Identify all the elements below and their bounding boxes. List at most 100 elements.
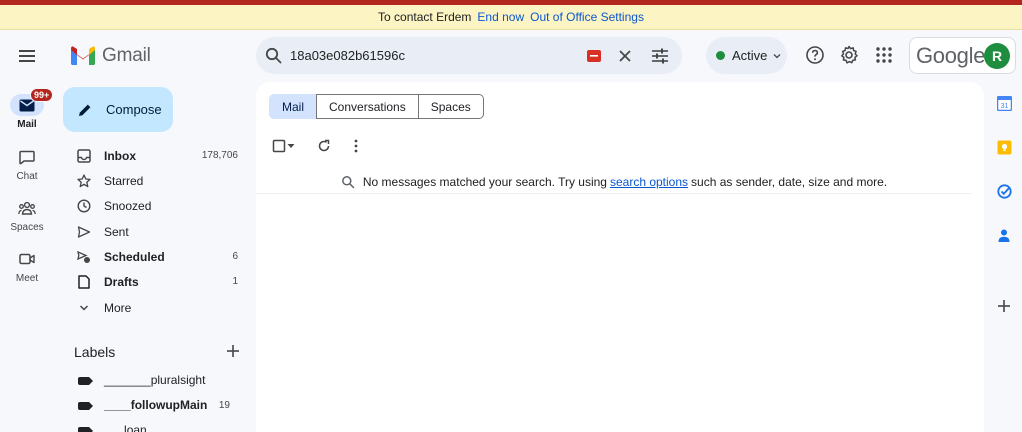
refresh-icon[interactable] [314, 136, 334, 156]
search-input[interactable] [290, 43, 570, 68]
account-switcher[interactable]: Google R [909, 37, 1016, 74]
send-icon [76, 224, 92, 240]
search-bar [256, 37, 682, 74]
sidebar-item-label: More [104, 301, 132, 315]
svg-text:31: 31 [1000, 103, 1008, 110]
ooo-settings-link[interactable]: Out of Office Settings [530, 10, 644, 24]
gmail-m-icon [71, 46, 95, 65]
get-addons-plus-icon[interactable] [996, 298, 1012, 314]
side-panel-rail: 31 [984, 82, 1022, 432]
main-menu-button[interactable] [14, 43, 40, 69]
search-options-link[interactable]: search options [610, 175, 688, 189]
sidebar-item-label: Snoozed [104, 199, 152, 213]
inbox-icon [76, 148, 92, 164]
banner-text: To contact Erdem [378, 10, 472, 24]
contacts-icon[interactable] [996, 227, 1012, 243]
label-count: 19 [218, 400, 230, 411]
list-toolbar [269, 134, 389, 158]
app-rail: 99+ Mail Chat Spaces Meet [0, 82, 54, 432]
avatar[interactable]: R [984, 43, 1010, 69]
rail-label-meet: Meet [15, 273, 39, 284]
star-icon [76, 173, 92, 189]
spaces-people-icon [10, 197, 44, 219]
sidebar-item-label: Sent [104, 225, 129, 239]
drafts-count: 1 [232, 276, 238, 287]
video-camera-icon [10, 248, 44, 270]
label-name: ____followupMain [104, 398, 208, 412]
search-icon[interactable] [264, 46, 284, 66]
search-scope-tabs: Mail Conversations Spaces [269, 94, 484, 119]
empty-text-after: such as sender, date, size and more. [691, 174, 888, 189]
sidebar-item-scheduled[interactable]: Scheduled 6 [54, 244, 248, 269]
top-header: Gmail Active Google R [0, 30, 1022, 82]
compose-label: Compose [106, 102, 162, 117]
rail-label-mail: Mail [17, 119, 37, 130]
mail-icon: 99+ [10, 88, 54, 116]
more-options-icon[interactable] [346, 136, 366, 156]
label-name: ___loan [104, 423, 147, 432]
end-now-link[interactable]: End now [477, 10, 524, 24]
chevron-down-icon [76, 300, 92, 316]
label-tag-icon [78, 377, 93, 385]
sidebar-item-sent[interactable]: Sent [54, 219, 248, 244]
gmail-wordmark: Gmail [102, 45, 151, 66]
sidebar-item-inbox[interactable]: Inbox 178,706 [54, 143, 248, 168]
status-label: Active [732, 48, 768, 63]
pencil-icon [79, 104, 91, 116]
label-item[interactable]: ____followupMain 19 [54, 393, 248, 418]
main-content: Mail Conversations Spaces No messages ma… [256, 82, 984, 432]
search-options-icon[interactable] [649, 45, 671, 67]
calendar-icon[interactable]: 31 [996, 95, 1012, 111]
search-chip-icon[interactable] [583, 45, 605, 67]
label-name: _______pluralsight [104, 373, 206, 387]
status-selector[interactable]: Active [706, 37, 787, 74]
rail-label-spaces: Spaces [10, 222, 44, 233]
sidebar-item-snoozed[interactable]: Snoozed [54, 193, 248, 218]
settings-gear-icon[interactable] [837, 43, 861, 67]
tab-mail[interactable]: Mail [269, 94, 318, 119]
chevron-down-icon [773, 53, 781, 58]
select-dropdown-icon[interactable] [284, 136, 298, 156]
label-tag-icon [78, 427, 93, 432]
rail-item-chat[interactable]: Chat [0, 146, 54, 190]
sidebar-item-label: Drafts [104, 275, 139, 289]
empty-text-before: No messages matched your search. Try usi… [362, 174, 607, 189]
chat-icon [10, 146, 44, 168]
draft-icon [76, 274, 92, 290]
unread-badge: 99+ [30, 88, 54, 102]
tab-conversations[interactable]: Conversations [316, 94, 419, 119]
sidebar-item-label: Starred [104, 174, 144, 188]
tab-spaces[interactable]: Spaces [417, 94, 484, 119]
sidebar-item-drafts[interactable]: Drafts 1 [54, 269, 248, 294]
status-dot-icon [716, 51, 725, 60]
tasks-icon[interactable] [996, 183, 1012, 199]
clock-icon [76, 198, 92, 214]
clear-search-icon[interactable] [614, 45, 636, 67]
sidebar-item-starred[interactable]: Starred [54, 168, 248, 193]
gmail-logo[interactable]: Gmail [70, 43, 151, 69]
sidebar: Compose Inbox 178,706 Starred Snoozed Se… [54, 82, 256, 432]
sidebar-item-label: Inbox [104, 149, 136, 163]
scheduled-count: 6 [232, 251, 238, 262]
help-icon[interactable] [803, 43, 827, 67]
rail-item-spaces[interactable]: Spaces [0, 197, 54, 241]
label-item[interactable]: _______pluralsight [54, 368, 248, 393]
google-wordmark: Google [916, 42, 986, 68]
rail-item-meet[interactable]: Meet [0, 248, 54, 292]
sidebar-item-more[interactable]: More [54, 295, 248, 320]
sidebar-item-label: Scheduled [104, 250, 165, 264]
rail-item-mail[interactable]: 99+ Mail [0, 88, 54, 138]
label-item[interactable]: ___loan [54, 418, 248, 432]
add-label-icon[interactable] [224, 342, 242, 360]
google-apps-grid-icon[interactable] [872, 43, 896, 67]
scheduled-send-icon [76, 249, 92, 265]
labels-heading: Labels [74, 344, 116, 360]
out-of-office-banner: To contact Erdem End now Out of Office S… [0, 5, 1022, 30]
rail-label-chat: Chat [16, 171, 38, 182]
compose-button[interactable]: Compose [63, 87, 173, 132]
empty-search-message: No messages matched your search. Try usi… [256, 170, 972, 194]
keep-icon[interactable] [996, 139, 1012, 155]
label-tag-icon [78, 402, 93, 410]
unread-count: 178,706 [201, 150, 238, 161]
search-icon [341, 175, 355, 188]
